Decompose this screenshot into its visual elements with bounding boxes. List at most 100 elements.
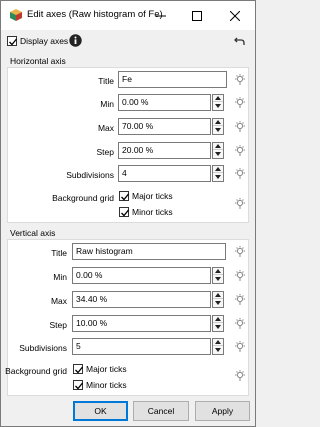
- ok-button[interactable]: OK: [73, 401, 128, 421]
- triangle-down-icon: [215, 103, 221, 108]
- v-title-label: Title: [51, 248, 67, 258]
- h-subdivisions-down[interactable]: [213, 173, 223, 180]
- h-step-label: Step: [96, 147, 115, 157]
- close-icon: [230, 10, 240, 21]
- v-min-up[interactable]: [213, 268, 223, 275]
- v-subdivisions-bulb-icon[interactable]: [234, 341, 246, 353]
- h-minor-ticks-label: Minor ticks: [132, 207, 173, 217]
- checkbox-box[interactable]: [119, 191, 130, 201]
- h-min-up[interactable]: [213, 95, 223, 102]
- cancel-button[interactable]: Cancel: [133, 401, 189, 421]
- h-max-bulb-icon[interactable]: [234, 121, 246, 133]
- triangle-down-icon: [215, 127, 221, 132]
- h-title-bulb-icon[interactable]: [234, 74, 246, 86]
- v-min-label: Min: [53, 272, 67, 282]
- v-subdivisions-label: Subdivisions: [19, 343, 67, 353]
- maximize-icon: [192, 10, 202, 21]
- v-min-input[interactable]: 0.00 %: [72, 267, 211, 284]
- triangle-down-icon: [215, 276, 221, 281]
- v-min-down[interactable]: [213, 275, 223, 282]
- v-subdivisions-down[interactable]: [213, 346, 223, 353]
- h-subdivisions-spinner[interactable]: [212, 165, 224, 182]
- h-min-down[interactable]: [213, 102, 223, 109]
- v-major-ticks-checkbox[interactable]: Major ticks: [73, 364, 127, 374]
- v-max-label: Max: [50, 296, 67, 306]
- v-subdivisions-input[interactable]: 5: [72, 338, 211, 355]
- h-min-input[interactable]: 0.00 %: [118, 94, 211, 111]
- h-grid-bulb-icon[interactable]: [234, 198, 246, 210]
- toolbar: Display axes: [1, 30, 255, 52]
- maximize-button[interactable]: [179, 1, 215, 30]
- v-step-up[interactable]: [213, 316, 223, 323]
- checkbox-box[interactable]: [119, 207, 130, 217]
- checkbox-box[interactable]: [73, 380, 84, 390]
- triangle-down-icon: [215, 324, 221, 329]
- undo-arrow-icon[interactable]: [234, 35, 246, 47]
- h-subdivisions-input[interactable]: 4: [118, 165, 211, 182]
- v-max-bulb-icon[interactable]: [234, 294, 246, 306]
- h-subdivisions-up[interactable]: [213, 166, 223, 173]
- apply-button[interactable]: Apply: [195, 401, 250, 421]
- minimize-icon: [156, 15, 166, 16]
- h-step-bulb-icon[interactable]: [234, 145, 246, 157]
- v-step-bulb-icon[interactable]: [234, 318, 246, 330]
- v-grid-label: Background grid: [5, 366, 67, 376]
- h-major-ticks-label: Major ticks: [132, 191, 173, 201]
- h-max-down[interactable]: [213, 126, 223, 133]
- check-icon: [121, 193, 130, 201]
- h-step-up[interactable]: [213, 143, 223, 150]
- checkbox-box[interactable]: [73, 364, 84, 374]
- h-max-up[interactable]: [213, 119, 223, 126]
- h-subdivisions-bulb-icon[interactable]: [234, 168, 246, 180]
- triangle-up-icon: [215, 96, 221, 100]
- display-axes-checkbox[interactable]: Display axes: [7, 36, 68, 46]
- h-title-label: Title: [98, 76, 114, 86]
- v-grid-bulb-icon[interactable]: [234, 370, 246, 382]
- h-minor-ticks-checkbox[interactable]: Minor ticks: [119, 207, 173, 217]
- v-max-down[interactable]: [213, 299, 223, 306]
- triangle-up-icon: [215, 293, 221, 297]
- v-max-up[interactable]: [213, 292, 223, 299]
- h-max-spinner[interactable]: [212, 118, 224, 135]
- triangle-up-icon: [215, 167, 221, 171]
- v-min-bulb-icon[interactable]: [234, 270, 246, 282]
- h-step-input[interactable]: 20.00 %: [118, 142, 211, 159]
- v-step-input[interactable]: 10.00 %: [72, 315, 211, 332]
- check-icon: [75, 366, 84, 374]
- triangle-up-icon: [215, 144, 221, 148]
- h-min-bulb-icon[interactable]: [234, 97, 246, 109]
- v-step-label: Step: [49, 320, 68, 330]
- v-title-bulb-icon[interactable]: [234, 246, 246, 258]
- h-step-down[interactable]: [213, 150, 223, 157]
- v-step-spinner[interactable]: [212, 315, 224, 332]
- h-max-input[interactable]: 70.00 %: [118, 118, 211, 135]
- v-subdivisions-spinner[interactable]: [212, 338, 224, 355]
- v-major-ticks-label: Major ticks: [86, 364, 127, 374]
- v-step-down[interactable]: [213, 323, 223, 330]
- v-minor-ticks-label: Minor ticks: [86, 380, 127, 390]
- h-min-spinner[interactable]: [212, 94, 224, 111]
- v-max-spinner[interactable]: [212, 291, 224, 308]
- h-title-input[interactable]: Fe: [118, 71, 227, 88]
- info-icon[interactable]: [69, 34, 82, 47]
- title-bar: Edit axes (Raw histogram of Fe): [1, 1, 255, 30]
- checkbox-box[interactable]: [7, 36, 18, 46]
- triangle-down-icon: [215, 174, 221, 179]
- triangle-up-icon: [215, 340, 221, 344]
- triangle-down-icon: [215, 300, 221, 305]
- h-step-spinner[interactable]: [212, 142, 224, 159]
- triangle-down-icon: [215, 347, 221, 352]
- check-icon: [121, 209, 130, 217]
- check-icon: [9, 38, 18, 46]
- close-button[interactable]: [217, 1, 253, 30]
- v-min-spinner[interactable]: [212, 267, 224, 284]
- v-subdivisions-up[interactable]: [213, 339, 223, 346]
- horizontal-axis-title: Horizontal axis: [10, 56, 66, 66]
- v-title-input[interactable]: Raw histogram: [72, 243, 226, 260]
- triangle-up-icon: [215, 269, 221, 273]
- app-cube-icon: [10, 9, 22, 21]
- v-minor-ticks-checkbox[interactable]: Minor ticks: [73, 380, 127, 390]
- h-major-ticks-checkbox[interactable]: Major ticks: [119, 191, 173, 201]
- minimize-button[interactable]: [143, 1, 179, 30]
- v-max-input[interactable]: 34.40 %: [72, 291, 211, 308]
